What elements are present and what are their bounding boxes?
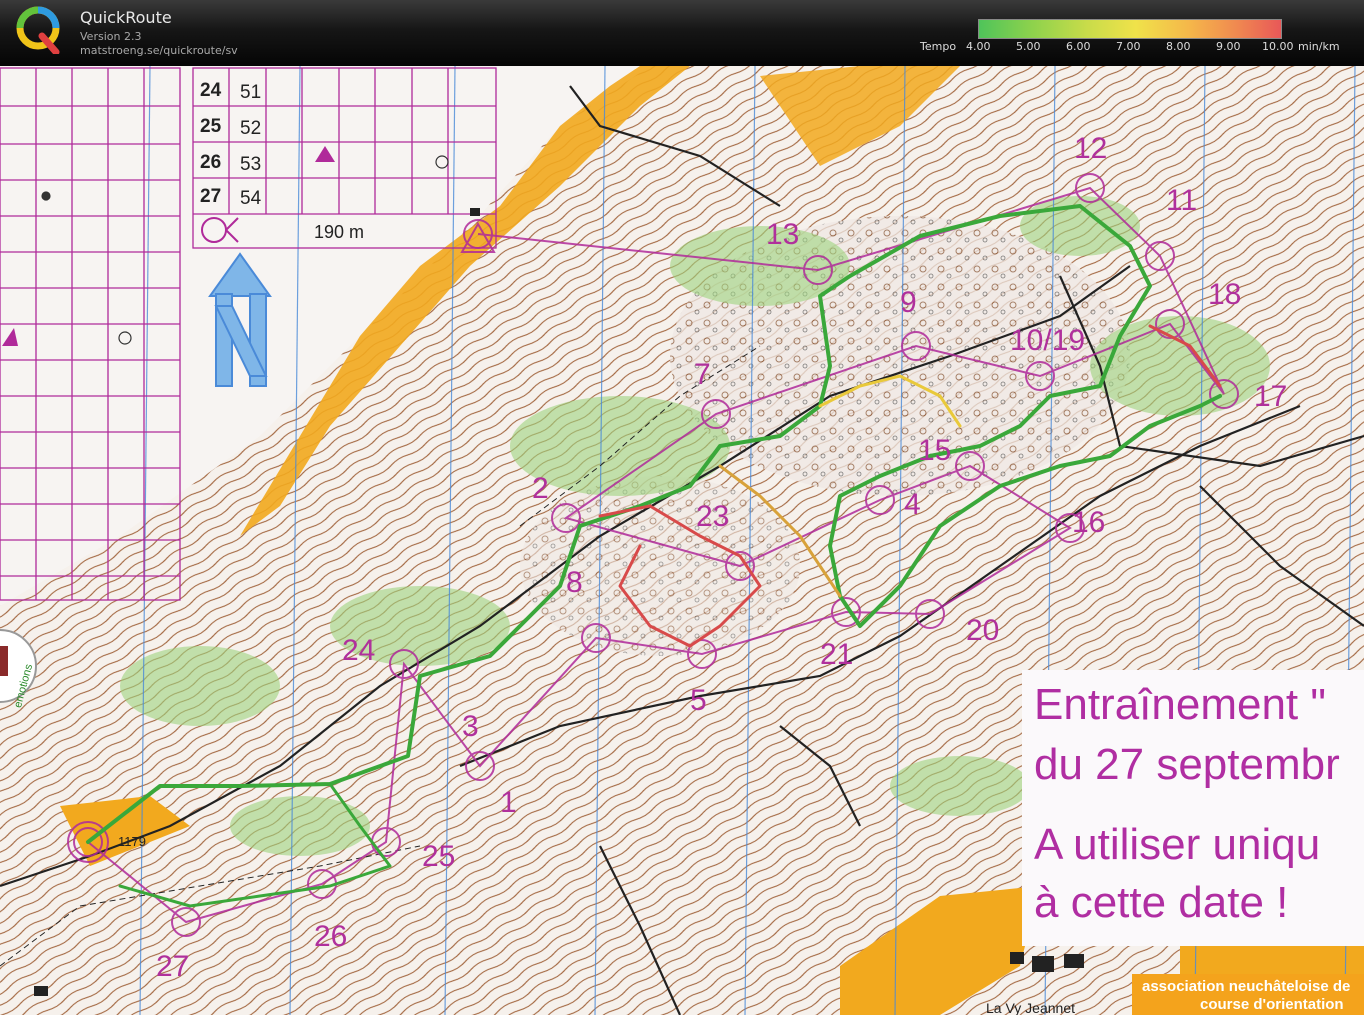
app-url[interactable]: matstroeng.se/quickroute/sv	[80, 44, 238, 57]
finish-distance: 190 m	[314, 222, 365, 242]
control-number: 17	[1254, 380, 1288, 413]
pace-title: Tempo	[920, 40, 957, 53]
control-number: 13	[766, 218, 800, 251]
club-banner: association neuchâteloise de course d'or…	[1132, 974, 1364, 1015]
description-code: 54	[240, 188, 262, 209]
control-number: 21	[820, 638, 854, 671]
club-line: course d'orientation	[1200, 996, 1344, 1013]
control-number: 25	[422, 840, 456, 873]
pace-unit: min/km	[1298, 40, 1340, 53]
altitude-label: 1179	[118, 834, 146, 849]
control-number: 12	[1074, 132, 1108, 165]
notice-sticker: Entraînement " du 27 septembr A utiliser…	[1022, 670, 1364, 946]
pace-color-scale	[978, 19, 1282, 39]
control-number: 2	[532, 472, 549, 505]
pace-tick: 4.00	[966, 40, 991, 53]
app-name: QuickRoute	[80, 8, 172, 27]
pace-tick: 6.00	[1066, 40, 1091, 53]
control-number: 4	[904, 488, 921, 521]
control-number: 1	[500, 786, 517, 819]
control-number: 24	[342, 634, 376, 667]
description-number: 27	[200, 186, 222, 207]
notice-line: Entraînement "	[1034, 680, 1326, 729]
control-number: 16	[1072, 506, 1106, 539]
control-number: 18	[1208, 278, 1242, 311]
control-number: 9	[900, 286, 917, 319]
pace-tick: 5.00	[1016, 40, 1041, 53]
orienteering-map[interactable]: 24 51 25 52 26 53 27 54 190 m 12 11 13 1…	[0, 66, 1364, 1015]
pace-tick: 8.00	[1166, 40, 1191, 53]
title-bar: QuickRoute Version 2.3 matstroeng.se/qui…	[0, 0, 1364, 66]
description-number: 26	[200, 152, 222, 173]
control-number: 5	[690, 684, 707, 717]
control-number: 10/19	[1010, 324, 1086, 357]
description-code: 52	[240, 118, 262, 139]
description-code: 53	[240, 154, 262, 175]
description-code: 51	[240, 82, 262, 103]
notice-line: à cette date !	[1034, 878, 1289, 927]
description-number: 24	[200, 80, 222, 101]
club-line: association neuchâteloise de	[1142, 978, 1351, 995]
control-number: 23	[696, 500, 730, 533]
control-number: 15	[918, 434, 952, 467]
control-number: 7	[694, 358, 711, 391]
control-number: 8	[566, 566, 583, 599]
control-number: 11	[1166, 184, 1198, 217]
description-number: 25	[200, 116, 222, 137]
control-number: 3	[462, 710, 479, 743]
notice-line: A utiliser uniqu	[1034, 820, 1321, 869]
app-version: Version 2.3	[80, 30, 142, 43]
pace-tick: 7.00	[1116, 40, 1141, 53]
place-name: La Vy Jeannet	[986, 1000, 1075, 1015]
pace-tick: 9.00	[1216, 40, 1241, 53]
control-number: 20	[966, 614, 1000, 647]
pace-tick: 10.00	[1262, 40, 1294, 53]
control-number: 27	[156, 950, 190, 983]
control-number: 26	[314, 920, 348, 953]
quickroute-logo-icon	[16, 6, 60, 54]
notice-line: du 27 septembr	[1034, 740, 1340, 789]
